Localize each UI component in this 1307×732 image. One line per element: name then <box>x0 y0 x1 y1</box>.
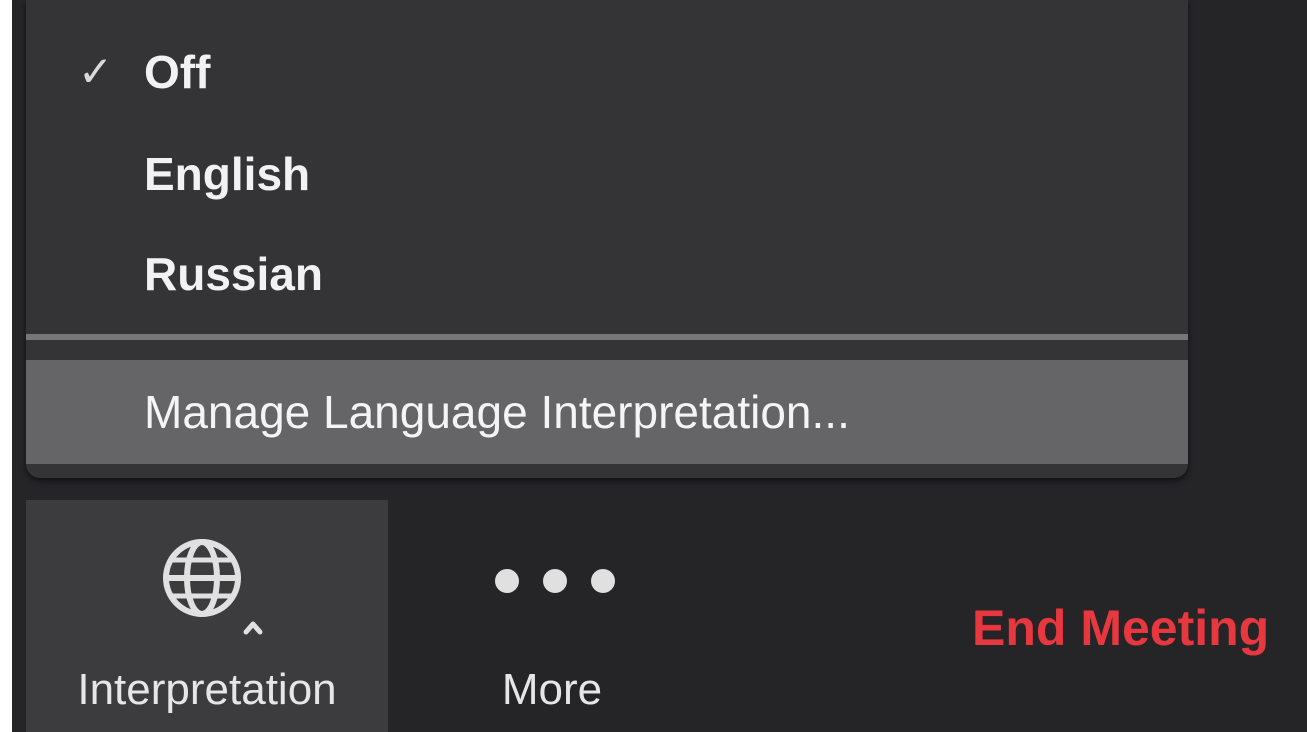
menu-item-label: English <box>144 148 311 200</box>
more-button[interactable]: More <box>432 500 672 732</box>
interpretation-menu: ✓ Off English Russian Manage Language In… <box>26 0 1188 478</box>
more-dots-icon <box>495 569 615 593</box>
menu-item-english[interactable]: English <box>26 126 1188 222</box>
meeting-window: ✓ Off English Russian Manage Language In… <box>12 0 1307 732</box>
menu-item-label: Off <box>144 46 211 98</box>
interpretation-button[interactable]: Interpretation <box>26 500 388 732</box>
menu-separator <box>26 334 1188 340</box>
chevron-up-icon <box>243 621 263 635</box>
interpretation-label: Interpretation <box>77 665 337 714</box>
menu-item-label: Russian <box>144 248 323 300</box>
menu-item-off[interactable]: ✓ Off <box>26 24 1188 120</box>
manage-language-interpretation-item[interactable]: Manage Language Interpretation... <box>26 360 1188 464</box>
menu-item-label: Manage Language Interpretation... <box>144 386 850 438</box>
menu-item-russian[interactable]: Russian <box>26 226 1188 322</box>
end-meeting-button[interactable]: End Meeting <box>972 596 1269 660</box>
globe-icon <box>163 539 263 635</box>
more-label: More <box>501 665 603 714</box>
checkmark-icon: ✓ <box>78 48 114 95</box>
